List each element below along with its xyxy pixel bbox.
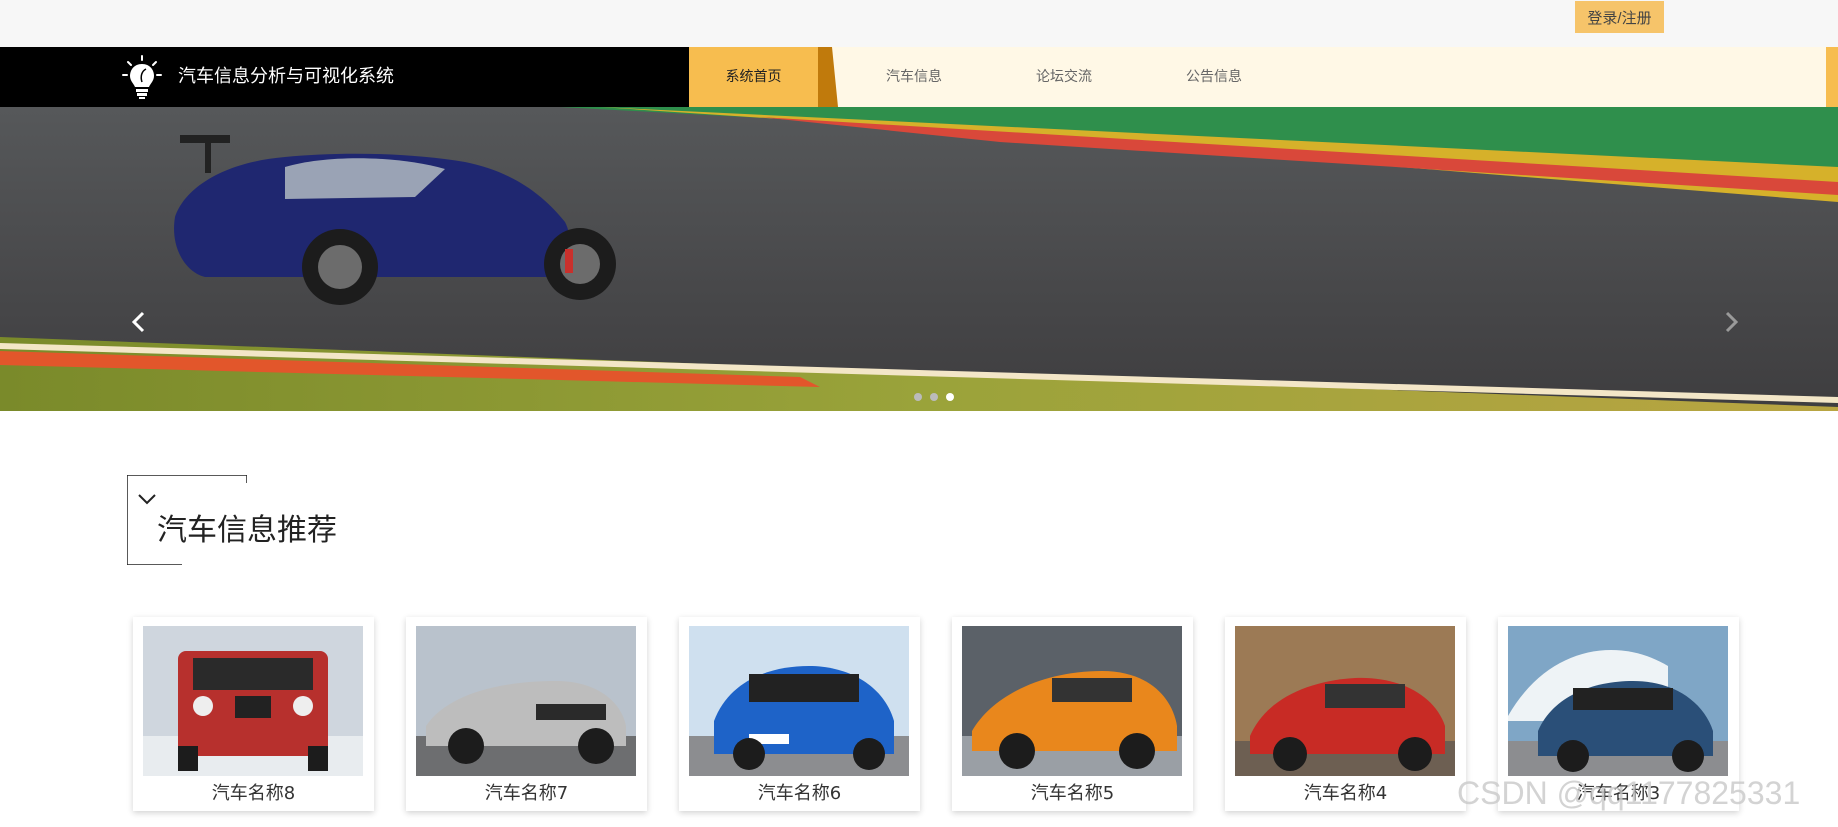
car-name: 汽车名称5 [1030, 783, 1115, 804]
brand: 汽车信息分析与可视化系统 [0, 47, 689, 107]
lightbulb-logo-icon [122, 55, 162, 99]
car-name: 汽车名称7 [484, 783, 569, 804]
car-card[interactable]: 汽车名称6 [679, 617, 920, 811]
car-image [143, 626, 363, 776]
nav-forum[interactable]: 论坛交流 [989, 47, 1139, 107]
app-title: 汽车信息分析与可视化系统 [178, 66, 394, 87]
car-image [1235, 626, 1455, 776]
car-card[interactable]: 汽车名称5 [952, 617, 1193, 811]
banner-image [0, 107, 1838, 411]
car-image [416, 626, 636, 776]
carousel-prev-icon[interactable] [124, 307, 154, 337]
banner-carousel[interactable] [0, 107, 1838, 411]
car-image [1508, 626, 1728, 776]
carousel-dot[interactable] [930, 393, 938, 401]
car-card[interactable]: 汽车名称7 [406, 617, 647, 811]
nav-edge-decoration [1826, 47, 1838, 107]
nav-car-info[interactable]: 汽车信息 [839, 47, 989, 107]
carousel-indicators [914, 393, 954, 401]
car-card[interactable]: 汽车名称4 [1225, 617, 1466, 811]
car-name: 汽车名称4 [1303, 783, 1388, 804]
nav-announcements[interactable]: 公告信息 [1139, 47, 1289, 107]
carousel-dot-active[interactable] [946, 393, 954, 401]
carousel-dot[interactable] [914, 393, 922, 401]
carousel-next-icon[interactable] [1716, 307, 1746, 337]
section-title: 汽车信息推荐 [157, 513, 337, 548]
car-card[interactable]: 汽车名称8 [133, 617, 374, 811]
main-nav: 系统首页 汽车信息 论坛交流 公告信息 [689, 47, 1289, 107]
login-register-button[interactable]: 登录/注册 [1575, 1, 1664, 33]
car-image [689, 626, 909, 776]
top-bar: 登录/注册 [0, 0, 1838, 47]
car-name: 汽车名称8 [211, 783, 296, 804]
car-image [962, 626, 1182, 776]
car-name: 汽车名称6 [757, 783, 842, 804]
watermark: CSDN @qq1177825331 [1457, 775, 1801, 811]
nav-home[interactable]: 系统首页 [689, 47, 818, 107]
header: 汽车信息分析与可视化系统 系统首页 汽车信息 论坛交流 公告信息 [0, 47, 1838, 107]
